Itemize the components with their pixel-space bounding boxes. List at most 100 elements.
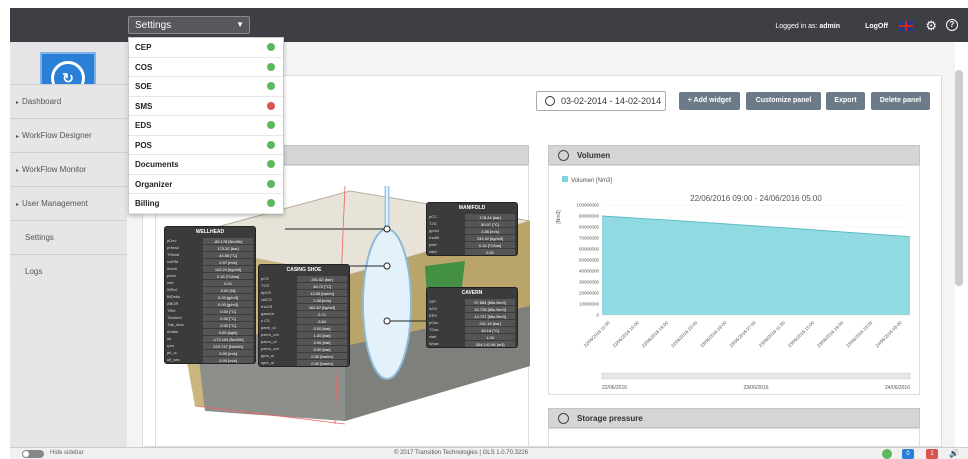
dropdown-item-label: SMS (135, 101, 153, 111)
x-tick-label: 23/06/2016 03:00 (699, 320, 728, 349)
delete-panel-button[interactable]: Delete panel (871, 92, 930, 110)
y-tick-label: 100000000 (576, 203, 599, 208)
dropdown-item-cos[interactable]: COS (129, 58, 283, 77)
navigator-track (601, 372, 911, 380)
casingshoe-param-value: 0.71 (297, 310, 347, 317)
dropdown-item-sms[interactable]: SMS (129, 97, 283, 116)
dropdown-item-pos[interactable]: POS (129, 136, 283, 155)
hide-sidebar-toggle[interactable] (22, 450, 44, 458)
status-dot-icon (267, 140, 275, 149)
casingshoe-row: parm_ul 0.00 [bar] (259, 324, 349, 331)
y-tick-label: 60000000 (579, 247, 600, 252)
sidebar-item-settings[interactable]: Settings (10, 220, 127, 254)
navigator-label: 23/06/2016 (743, 385, 768, 391)
wellhead-row: THead 44.56 [°C] (165, 251, 255, 258)
sidebar-item-user-management[interactable]: ▸ User Management (10, 186, 127, 220)
manifold-row: pdel 0.16 [°C/bar] (427, 241, 517, 248)
chevron-down-icon: ▼ (236, 20, 244, 29)
casingshoe-info-box[interactable]: CASING SHOE pCS 201.52 [bar] TCS 48.72 [°C]… (258, 264, 350, 367)
node-casingshoe (383, 262, 391, 270)
manifold-row: pprinl 3.86 [m/s] (427, 227, 517, 234)
manifold-param-name: rhoMl (429, 235, 440, 240)
navigator-label: 22/06/2016 (602, 385, 627, 391)
wellhead-param-value: 0.00 [°C] (203, 321, 253, 328)
casingshoe-param-value: 201.52 [bar] (297, 275, 347, 282)
wellhead-row: pHead 173.32 [bar] (165, 244, 255, 251)
cavern-param-name: Wcav (429, 341, 439, 346)
y-tick-label: 40000000 (579, 269, 600, 274)
dropdown-item-organizer[interactable]: Organizer (129, 175, 283, 194)
customize-panel-button[interactable]: Customize panel (746, 92, 821, 110)
login-info: Logged in as: admin (775, 23, 840, 30)
uk-flag-icon[interactable] (899, 21, 913, 31)
volumen-panel-title: Volumen (577, 151, 611, 160)
manifold-row: TJG 50.07 [°C] (427, 220, 517, 227)
notification-badge-red[interactable]: 1 (926, 449, 938, 459)
dropdown-item-label: Documents (135, 160, 179, 169)
manifold-param-name: zdef (429, 249, 437, 254)
export-button[interactable]: Export (826, 92, 865, 110)
notification-badge-blue[interactable]: 0 (902, 449, 914, 459)
status-dot-icon (267, 199, 275, 207)
dropdown-item-soe[interactable]: SOE (129, 77, 283, 97)
x-tick-label: 22/06/2016 23:00 (670, 320, 699, 349)
cavern-title: CAVERN (461, 290, 483, 296)
storage-panel-body (548, 428, 920, 447)
wellhead-row: fillDebs 0.00 [g/m3] (165, 293, 255, 300)
wellhead-info-box[interactable]: WELLHEAD pDev -85.178 [Nm3/h] pHead 173.32 … (164, 226, 256, 364)
wellhead-param-name: pDev (167, 238, 177, 243)
wellhead-param-name: rpm (167, 343, 174, 348)
help-icon[interactable]: ? (946, 19, 958, 31)
status-dot-icon (267, 179, 275, 188)
cavern-param-value: 1.00 (465, 333, 515, 340)
wellhead-param-value: 0.00 [g/m3] (203, 300, 253, 307)
dropdown-item-cep[interactable]: CEP (129, 38, 283, 58)
casingshoe-row: pCS 201.52 [bar] (259, 275, 349, 282)
storage-panel-header[interactable]: Storage pressure (548, 408, 920, 428)
manifold-param-name: TJG (429, 221, 437, 226)
manifold-param-value: 50.07 [°C] (465, 220, 515, 227)
casingshoe-row: rhoCS 162.87 [kg/m3] (259, 303, 349, 310)
wellhead-param-name: rtmain (167, 329, 179, 334)
storage-panel-title: Storage pressure (577, 414, 643, 423)
cavern-info-box[interactable]: CAVERN GIP 97.884 [Mio.Nm3] AGV 15.728 [Mio… (426, 287, 518, 348)
y-tick-label: 20000000 (579, 291, 600, 296)
sidebar-item-dashboard[interactable]: ▸ Dashboard (10, 84, 127, 118)
wellhead-row: pfl_ul 0.00 [m/s] (165, 349, 255, 356)
logoff-link[interactable]: LogOff (865, 23, 888, 30)
status-ok-icon[interactable] (882, 449, 892, 459)
sidebar-item-label: WorkFlow Monitor (22, 165, 87, 174)
sidebar-item-logs[interactable]: Logs (10, 254, 127, 288)
add-widget-button[interactable]: + Add widget (679, 92, 740, 110)
caret-right-icon: ▸ (16, 100, 20, 106)
dropdown-item-documents[interactable]: Documents (129, 155, 283, 175)
clock-icon (545, 96, 555, 106)
settings-select[interactable]: Settings ▼ (128, 16, 250, 34)
page-scrollbar[interactable] (955, 70, 963, 286)
dropdown-item-billing[interactable]: Billing (129, 194, 283, 214)
casingshoe-row: velCS 2.58 [m/s] (259, 296, 349, 303)
volume-icon[interactable]: 🔊 (948, 449, 960, 459)
casingshoe-param-name: rhoCS (261, 304, 273, 309)
clock-icon (558, 150, 569, 161)
status-dot-icon (267, 121, 275, 129)
wellhead-param-value: 0.00 [g/m3] (203, 293, 253, 300)
dropdown-item-eds[interactable]: EDS (129, 116, 283, 136)
date-range-text: 03-02-2014 - 14-02-2014 (561, 96, 662, 106)
volumen-chart: Volumen [Nm3] 22/06/2016 09:00 - 24/06/20… (556, 176, 911, 391)
date-range-picker[interactable]: 03-02-2014 - 14-02-2014 (536, 91, 666, 111)
gear-icon[interactable]: ⚙ (925, 18, 937, 34)
sidebar-item-workflow-monitor[interactable]: ▸ WorkFlow Monitor (10, 152, 127, 186)
x-tick-label: 24/06/2016 03:00 (874, 320, 903, 349)
sidebar-item-workflow-designer[interactable]: ▸ WorkFlow Designer (10, 118, 127, 152)
x-tick-label: 23/06/2016 15:00 (787, 320, 816, 349)
manifold-row: pCC 178.44 [bar] (427, 213, 517, 220)
casingshoe-param-name: pzero_um (261, 332, 279, 337)
casingshoe-param-name: pCS (261, 276, 269, 281)
volumen-panel-header[interactable]: Volumen (548, 145, 920, 165)
wellhead-param-value: -173.104 [Nm3/h] (203, 335, 253, 342)
settings-dropdown-menu: CEP COS SOE SMS EDS POS Documents Organizer Bill… (128, 37, 284, 214)
legend-swatch (562, 176, 568, 182)
manifold-info-box[interactable]: MANIFOLD pCC 178.44 [bar] TJG 50.07 [°C] ppr… (426, 202, 518, 256)
casingshoe-param-name: pzero_uf (261, 339, 277, 344)
